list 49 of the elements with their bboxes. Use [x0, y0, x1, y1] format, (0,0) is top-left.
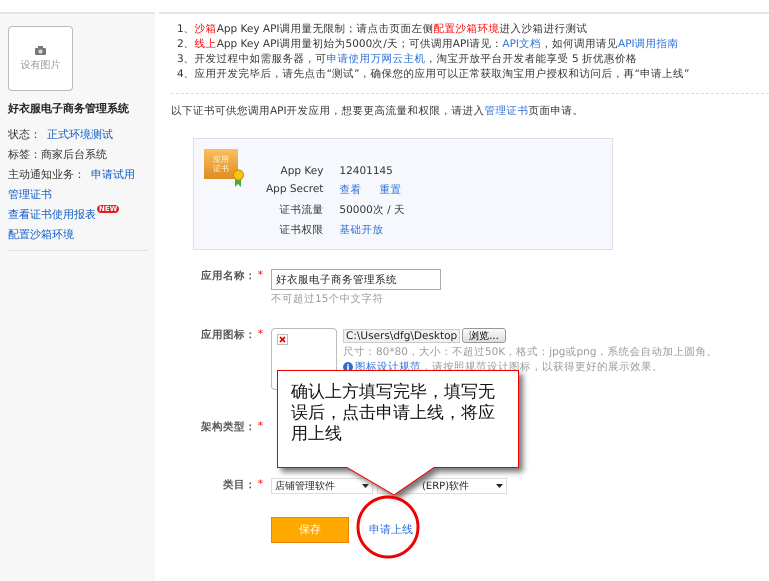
sidebar-link[interactable]: 申请试用: [91, 166, 135, 182]
certificate-link[interactable]: 重置: [379, 183, 402, 197]
text-link[interactable]: API文档: [502, 38, 542, 50]
certificate-link[interactable]: 查看: [339, 183, 362, 197]
note-line: 2、线上App Key API调用量初始为5000次/天；可供调用API请见：API文档，如何调用请见API调用指南: [177, 37, 680, 51]
certificate-link[interactable]: 基础开放: [339, 223, 384, 237]
text-link[interactable]: 管理证书: [484, 105, 529, 117]
file-path-field[interactable]: C:\Users\dfg\Desktop: [343, 328, 460, 342]
field-label: App Secret: [266, 183, 324, 197]
camera-icon: [35, 46, 46, 54]
required-mark: *: [258, 478, 263, 490]
text-link[interactable]: API调用指南: [618, 38, 679, 50]
certificate-badge: 应用证书: [204, 149, 244, 187]
form-label: 架构类型：: [200, 420, 256, 434]
browse-button[interactable]: 浏览...: [462, 328, 506, 343]
form-label: 应用名称：: [200, 269, 256, 283]
required-mark: *: [258, 420, 263, 432]
sidebar-link[interactable]: 配置沙箱环境: [8, 226, 74, 242]
size-hint: 尺寸：80*80，大小：不超过50K，格式：jpg或png，系统会自动加上圆角。: [343, 345, 718, 359]
required-mark: *: [258, 269, 263, 281]
note-line: 4、应用开发完毕后，请先点击“测试”，确保您的应用可以正常获取淘宝用户授权和访问后，再“申请上线”: [177, 67, 690, 81]
caret-icon: [496, 484, 503, 488]
tag-label: 标签：商家后台系统: [8, 146, 107, 162]
category-select[interactable]: 店铺管理软件: [271, 478, 373, 494]
sidebar-link[interactable]: 查看证书使用报表: [8, 206, 96, 222]
field-label: 证书流量: [278, 203, 324, 217]
field-label: App Key: [280, 165, 324, 177]
required-mark: *: [258, 328, 263, 340]
status-label: 主动通知业务：: [8, 166, 85, 182]
note-line: 3、开发过程中如需服务器，可申请使用万网云主机，淘宝开放平台开发者能享受 5 折优惠价格: [177, 52, 638, 66]
field-hint: 不可超过15个中文字符: [271, 292, 384, 306]
note-line: 1、沙箱App Key API调用量无限制；请点击页面左侧配置沙箱环境进入沙箱进行测试: [177, 22, 589, 36]
field-value: 50000次 / 天: [339, 203, 406, 217]
text-link[interactable]: 申请使用万网云主机: [326, 53, 426, 65]
status-label: 状态：: [8, 126, 41, 142]
app-name: 好衣服电子商务管理系统: [8, 101, 130, 116]
sidebar-link[interactable]: 正式环境测试: [47, 126, 113, 142]
field-label: 证书权限: [278, 223, 324, 237]
field-value: 12401145: [339, 165, 393, 177]
caret-icon: [362, 484, 369, 488]
placeholder-text: 设有图片: [20, 58, 60, 72]
app-name-field[interactable]: 好衣服电子商务管理系统: [271, 269, 441, 290]
broken-image-icon: [277, 334, 288, 345]
tooltip-text: 确认上方填写完毕，填写无误后，点击申请上线，将应用上线: [291, 382, 496, 445]
form-label: 类目：: [222, 478, 256, 492]
form-label: 应用图标：: [200, 328, 256, 342]
highlight-circle: [356, 495, 420, 559]
sidebar-link[interactable]: 管理证书: [8, 186, 52, 202]
certificate-intro: 以下证书可供您调用API开发应用，想要更高流量和权限，请进入管理证书页面申请。: [171, 104, 585, 118]
